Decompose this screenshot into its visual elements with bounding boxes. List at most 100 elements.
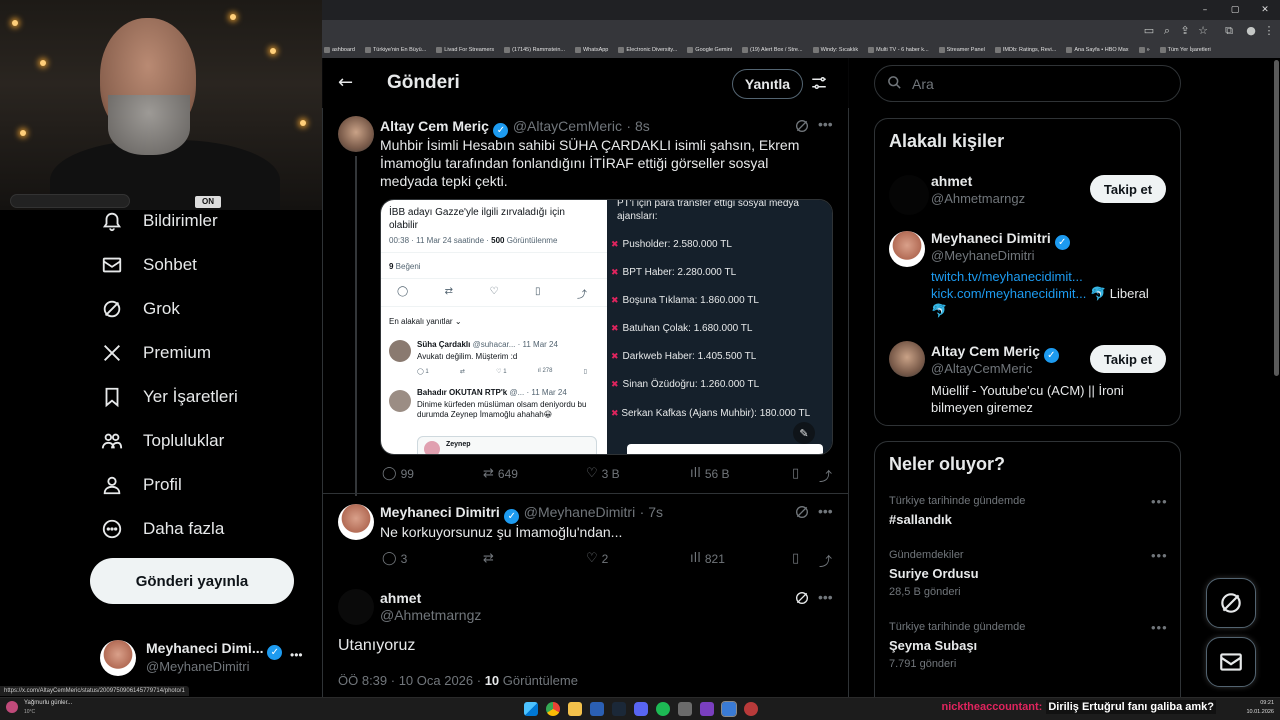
tweet2-time[interactable]: · 7s	[640, 504, 663, 520]
nav-item-notifications[interactable]: Bildirimler	[100, 203, 218, 239]
bookmark-item[interactable]: Tüm Yer İşaretleri	[1158, 47, 1213, 53]
related-avatar[interactable]	[889, 231, 925, 267]
tweet3-avatar[interactable]	[338, 589, 374, 625]
bookmark-item[interactable]: Windy: Sıcaklık	[811, 47, 861, 53]
image-edit-icon[interactable]: ✎	[793, 422, 815, 444]
trend-more-icon[interactable]: •••	[1151, 548, 1168, 563]
start-icon[interactable]	[524, 702, 538, 716]
back-arrow-icon[interactable]: ←	[338, 72, 353, 93]
bookmark-item[interactable]: Türkiye'nin En Büyü...	[363, 47, 428, 53]
tweet1-share-button[interactable]: ⤴	[819, 466, 832, 485]
trend-more-icon[interactable]: •••	[1151, 494, 1168, 509]
post-button[interactable]: Gönderi yayınla	[90, 558, 294, 604]
bookmark-item[interactable]: Google Gemini	[685, 47, 734, 53]
maximize-icon[interactable]: ▢	[1220, 0, 1250, 20]
app-icon[interactable]	[744, 702, 758, 716]
weather-title[interactable]: Yağmurlu günler...	[24, 700, 72, 706]
bookmark-item[interactable]: (19) Alert Box / Stre...	[740, 47, 805, 53]
trend-more-icon[interactable]: •••	[1151, 620, 1168, 635]
steam-icon[interactable]	[612, 702, 626, 716]
bookmark-item[interactable]: Streamer Panel	[937, 47, 987, 53]
taskbar-date[interactable]: 10.01.2026	[1246, 709, 1274, 715]
related-person-handle[interactable]: @MeyhaneDimitri	[931, 248, 1035, 263]
chrome-icon[interactable]	[546, 702, 560, 716]
tweet2-repost-button[interactable]: ⇄	[483, 551, 498, 566]
tweet2-share-button[interactable]: ⤴	[819, 551, 832, 570]
account-switcher[interactable]: Meyhaneci Dimi... ✓ @MeyhaneDimitri •••	[100, 636, 310, 680]
grok-analyze-icon[interactable]	[794, 590, 810, 611]
tweet3-author-name[interactable]: ahmet	[380, 590, 421, 606]
filter-settings-icon[interactable]	[810, 74, 828, 97]
star-icon[interactable]: ☆	[1196, 24, 1210, 38]
tweet1-media[interactable]: İBB adayı Gazze'yle ilgili zırvaladığı i…	[380, 199, 833, 455]
tweet2-reply-button[interactable]: ◯ 3	[382, 551, 407, 566]
app-icon[interactable]	[700, 702, 714, 716]
bookmark-item[interactable]: ashboard	[322, 47, 357, 53]
tweet1-more-icon[interactable]: •••	[818, 116, 833, 132]
tweet1-reply-button[interactable]: ◯ 99	[382, 466, 414, 481]
twitch-link[interactable]: twitch.tv/meyhanecidimit...	[931, 269, 1083, 284]
weather-icon[interactable]	[6, 701, 18, 713]
kick-link[interactable]: kick.com/meyhanecidimit...	[931, 286, 1086, 301]
tweet2-handle[interactable]: @MeyhaneDimitri	[524, 504, 635, 520]
tweet1-like-button[interactable]: ♡ 3 B	[586, 466, 620, 481]
share-icon[interactable]: ⇪	[1178, 24, 1192, 38]
bookmark-item[interactable]: (17145) Rammstein...	[502, 47, 567, 53]
bookmark-item[interactable]: Ana Sayfa • HBO Max	[1064, 47, 1130, 53]
tweet1-bookmark-button[interactable]: ▯	[792, 466, 799, 481]
bookmark-item[interactable]: IMDb: Ratings, Revi...	[993, 47, 1059, 53]
tweet1-handle[interactable]: @AltayCemMeric	[513, 118, 622, 134]
tweet2-like-button[interactable]: ♡ 2	[586, 551, 608, 566]
app-icon[interactable]	[590, 702, 604, 716]
reply-header-button[interactable]: Yanıtla	[732, 69, 803, 99]
related-person-name[interactable]: Meyhaneci Dimitri ✓	[931, 230, 1070, 250]
tweet3-more-icon[interactable]: •••	[818, 589, 833, 605]
grok-float-button[interactable]	[1206, 578, 1256, 628]
related-person-name[interactable]: ahmet	[931, 173, 972, 189]
nav-item-chat[interactable]: Sohbet	[100, 247, 197, 283]
page-scrollbar[interactable]	[1274, 60, 1279, 376]
cast-icon[interactable]: ▭	[1142, 24, 1156, 38]
file-explorer-icon[interactable]	[568, 702, 582, 716]
discord-icon[interactable]	[634, 702, 648, 716]
related-person-name[interactable]: Altay Cem Meriç ✓	[931, 343, 1059, 363]
bookmark-item[interactable]: WhatsApp	[573, 47, 610, 53]
spotify-icon[interactable]	[656, 702, 670, 716]
search-input[interactable]: Ara	[874, 65, 1181, 102]
related-person-handle[interactable]: @Ahmetmarngz	[931, 191, 1025, 206]
close-icon[interactable]: ✕	[1250, 0, 1280, 20]
tweet2-more-icon[interactable]: •••	[818, 503, 833, 519]
tweet3-meta[interactable]: ÖÖ 8:39 · 10 Oca 2026 · 10 Görüntüleme	[338, 673, 578, 688]
tweet1-author-name[interactable]: Altay Cem Meriç	[380, 118, 489, 134]
related-person-handle[interactable]: @AltayCemMeric	[931, 361, 1032, 376]
tweet3-handle[interactable]: @Ahmetmarngz	[380, 607, 481, 623]
bookmark-item[interactable]: Livad For Streamers	[434, 47, 496, 53]
address-bar[interactable]: ▭ ⌕ ⇪ ☆ ⧉ ● ⋮	[322, 20, 1280, 42]
tweet1-repost-button[interactable]: ⇄ 649	[483, 466, 518, 481]
taskbar-time[interactable]: 09:21	[1260, 700, 1274, 706]
bookmark-item[interactable]: Multi TV - 6 haber k...	[866, 47, 930, 53]
follow-button[interactable]: Takip et	[1090, 345, 1166, 373]
app-icon[interactable]	[678, 702, 692, 716]
trend-name[interactable]: Suriye Ordusu	[889, 566, 979, 581]
tweet2-bookmark-button[interactable]: ▯	[792, 551, 799, 566]
tweet2-author-name[interactable]: Meyhaneci Dimitri	[380, 504, 500, 520]
extensions-icon[interactable]: ⧉	[1222, 24, 1236, 38]
profile-avatar-icon[interactable]: ●	[1244, 24, 1258, 38]
nav-item-more[interactable]: Daha fazla	[100, 511, 224, 547]
messages-float-button[interactable]	[1206, 637, 1256, 687]
follow-button[interactable]: Takip et	[1090, 175, 1166, 203]
nav-item-premium[interactable]: Premium	[100, 335, 211, 371]
bookmark-item[interactable]: Electronic Diversity...	[616, 47, 679, 53]
minimize-icon[interactable]: –	[1190, 0, 1220, 20]
trend-name[interactable]: #sallandık	[889, 512, 952, 527]
related-avatar[interactable]	[889, 341, 925, 377]
grok-analyze-icon[interactable]	[794, 504, 810, 525]
menu-dots-icon[interactable]: ⋮	[1262, 24, 1276, 38]
zoom-icon[interactable]: ⌕	[1160, 24, 1174, 38]
nav-item-bookmarks[interactable]: Yer İşaretleri	[100, 379, 238, 415]
account-more-icon[interactable]: •••	[290, 648, 303, 662]
tweet1-avatar[interactable]	[338, 116, 374, 152]
bookmark-item[interactable]: »	[1137, 47, 1152, 53]
tweet2-avatar[interactable]	[338, 504, 374, 540]
